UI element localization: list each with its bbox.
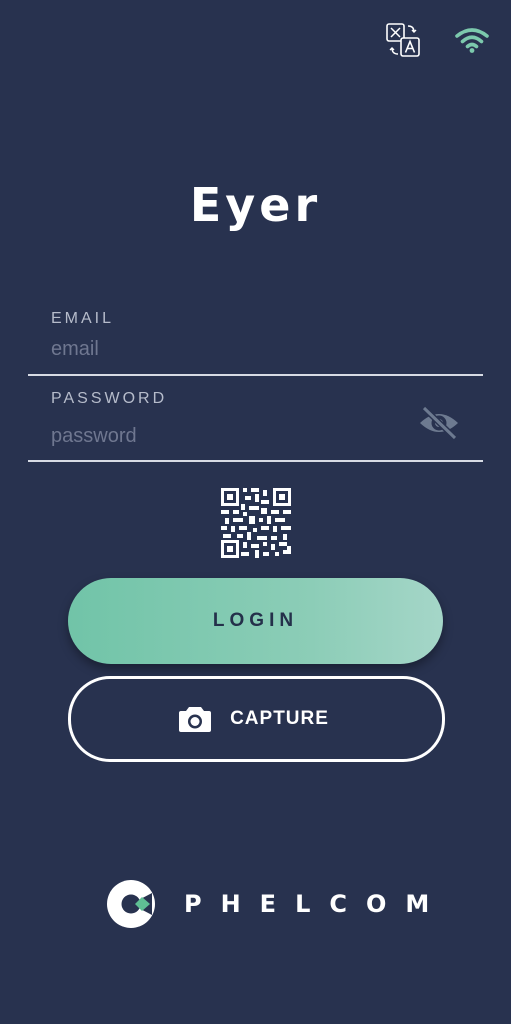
wifi-icon: [455, 28, 489, 53]
email-label: EMAIL: [51, 310, 115, 327]
eye-off-icon[interactable]: [418, 405, 460, 441]
capture-label: CAPTURE: [230, 708, 329, 729]
email-underline: [28, 374, 483, 376]
capture-button[interactable]: CAPTURE: [68, 676, 445, 762]
app-title: Eyer: [189, 178, 322, 232]
email-field[interactable]: [51, 334, 391, 364]
brand-name: PHELCOM: [184, 890, 449, 918]
brand-footer: PHELCOM: [106, 877, 448, 931]
login-button[interactable]: LOGIN: [68, 578, 443, 664]
login-label: LOGIN: [212, 610, 299, 631]
login-screen: Eyer EMAIL PASSWORD: [0, 0, 511, 1024]
password-field[interactable]: [51, 421, 391, 451]
qr-code-icon[interactable]: [221, 488, 291, 558]
translate-icon[interactable]: [385, 22, 421, 58]
phelcom-logo: [107, 880, 155, 928]
password-underline: [28, 460, 483, 462]
camera-icon: [179, 707, 212, 732]
password-label: PASSWORD: [51, 390, 168, 407]
